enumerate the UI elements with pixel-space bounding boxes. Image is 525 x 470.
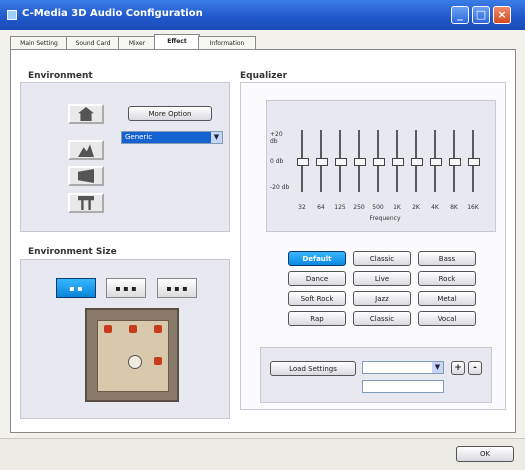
large-room-icon: ▪ ▪ ▪ [166,283,188,293]
app-icon [7,10,17,20]
eq-slider-thumb[interactable] [468,158,480,166]
eq-slider[interactable] [297,130,309,192]
stage-icon [78,169,94,183]
eq-slider[interactable] [335,130,347,192]
eq-preset-button[interactable]: Rap [288,311,346,326]
eq-slider[interactable] [468,130,480,192]
eq-preset-button[interactable]: Rock [418,271,476,286]
size-medium-button[interactable]: ▪ ▪ ▪ [106,278,146,298]
eq-slider-thumb[interactable] [373,158,385,166]
env-preset-mountain[interactable] [68,140,104,160]
eq-preset-button[interactable]: Dance [288,271,346,286]
env-preset-house[interactable] [68,104,104,124]
eq-slider[interactable] [354,130,366,192]
room-floor [97,320,169,392]
env-preset-desk[interactable] [68,193,104,213]
eq-slider-thumb[interactable] [411,158,423,166]
environment-select-value: Generic [125,133,153,141]
eq-slider-thumb[interactable] [392,158,404,166]
chevron-down-icon[interactable]: ▼ [211,132,222,143]
side-speaker-icon [154,357,162,365]
eq-slider-thumb[interactable] [316,158,328,166]
eq-label-mid: 0 db [270,158,284,165]
eq-slider[interactable] [430,130,442,192]
tab-strip: Main Setting Sound Card Mixer Effect Inf… [10,34,516,51]
eq-preset-button[interactable]: Live [353,271,411,286]
environment-select[interactable]: Generic ▼ [121,131,223,144]
environment-label: Environment [28,71,93,81]
size-large-button[interactable]: ▪ ▪ ▪ [157,278,197,298]
size-small-button[interactable]: ▪ ▪ [56,278,96,298]
center-speaker-icon [129,325,137,333]
eq-slider[interactable] [411,130,423,192]
maximize-icon[interactable]: □ [472,6,490,24]
title-bar[interactable]: C-Media 3D Audio Configuration _ □ × [0,0,525,30]
eq-slider-thumb[interactable] [430,158,442,166]
eq-frequency-label: 1K [393,204,401,211]
minimize-icon[interactable]: _ [451,6,469,24]
add-setting-button[interactable]: + [451,361,465,375]
eq-preset-button[interactable]: Classic [353,251,411,266]
eq-label-max: +20 db [270,131,283,145]
load-settings-button[interactable]: Load Settings [270,361,356,376]
eq-frequency-label: 125 [334,204,346,211]
env-preset-stage[interactable] [68,166,104,186]
eq-frequency-label: 500 [372,204,384,211]
eq-slider-thumb[interactable] [354,158,366,166]
listener-icon[interactable] [128,355,142,369]
eq-slider[interactable] [373,130,385,192]
house-icon [78,107,94,121]
medium-room-icon: ▪ ▪ ▪ [115,283,137,293]
eq-preset-button[interactable]: Classic [353,311,411,326]
environment-size-label: Environment Size [28,247,117,257]
environment-section [20,82,230,232]
close-icon[interactable]: × [493,6,511,24]
front-left-speaker-icon [104,325,112,333]
eq-frequency-label: 250 [353,204,365,211]
more-option-button[interactable]: More Option [128,106,212,121]
eq-preset-button[interactable]: Jazz [353,291,411,306]
eq-frequency-label: 16K [467,204,479,211]
mountain-icon [78,144,94,157]
eq-preset-button[interactable]: Soft Rock [288,291,346,306]
ok-button[interactable]: OK [456,446,514,462]
eq-slider-thumb[interactable] [449,158,461,166]
setting-name-input[interactable] [362,380,444,393]
eq-slider[interactable] [316,130,328,192]
small-room-icon: ▪ ▪ [69,283,83,293]
remove-setting-button[interactable]: - [468,361,482,375]
equalizer-label: Equalizer [240,71,288,81]
eq-frequency-label: 32 [298,204,306,211]
eq-slider[interactable] [449,130,461,192]
settings-dropdown[interactable]: ▼ [362,361,444,374]
eq-label-min: -20 db [270,184,290,191]
eq-preset-button[interactable]: Bass [418,251,476,266]
eq-frequency-label: 4K [431,204,439,211]
eq-slider-thumb[interactable] [297,158,309,166]
frequency-axis-label: Frequency [369,215,401,222]
chevron-down-icon[interactable]: ▼ [432,362,443,373]
bottom-bar [0,438,525,470]
eq-slider-thumb[interactable] [335,158,347,166]
eq-preset-button[interactable]: Metal [418,291,476,306]
desk-icon [78,196,94,210]
eq-frequency-label: 2K [412,204,420,211]
eq-preset-button[interactable]: Default [288,251,346,266]
eq-frequency-label: 8K [450,204,458,211]
eq-preset-button[interactable]: Vocal [418,311,476,326]
front-right-speaker-icon [154,325,162,333]
window-title: C-Media 3D Audio Configuration [22,8,203,19]
eq-slider[interactable] [392,130,404,192]
room-preview[interactable] [85,308,179,402]
eq-frequency-label: 64 [317,204,325,211]
